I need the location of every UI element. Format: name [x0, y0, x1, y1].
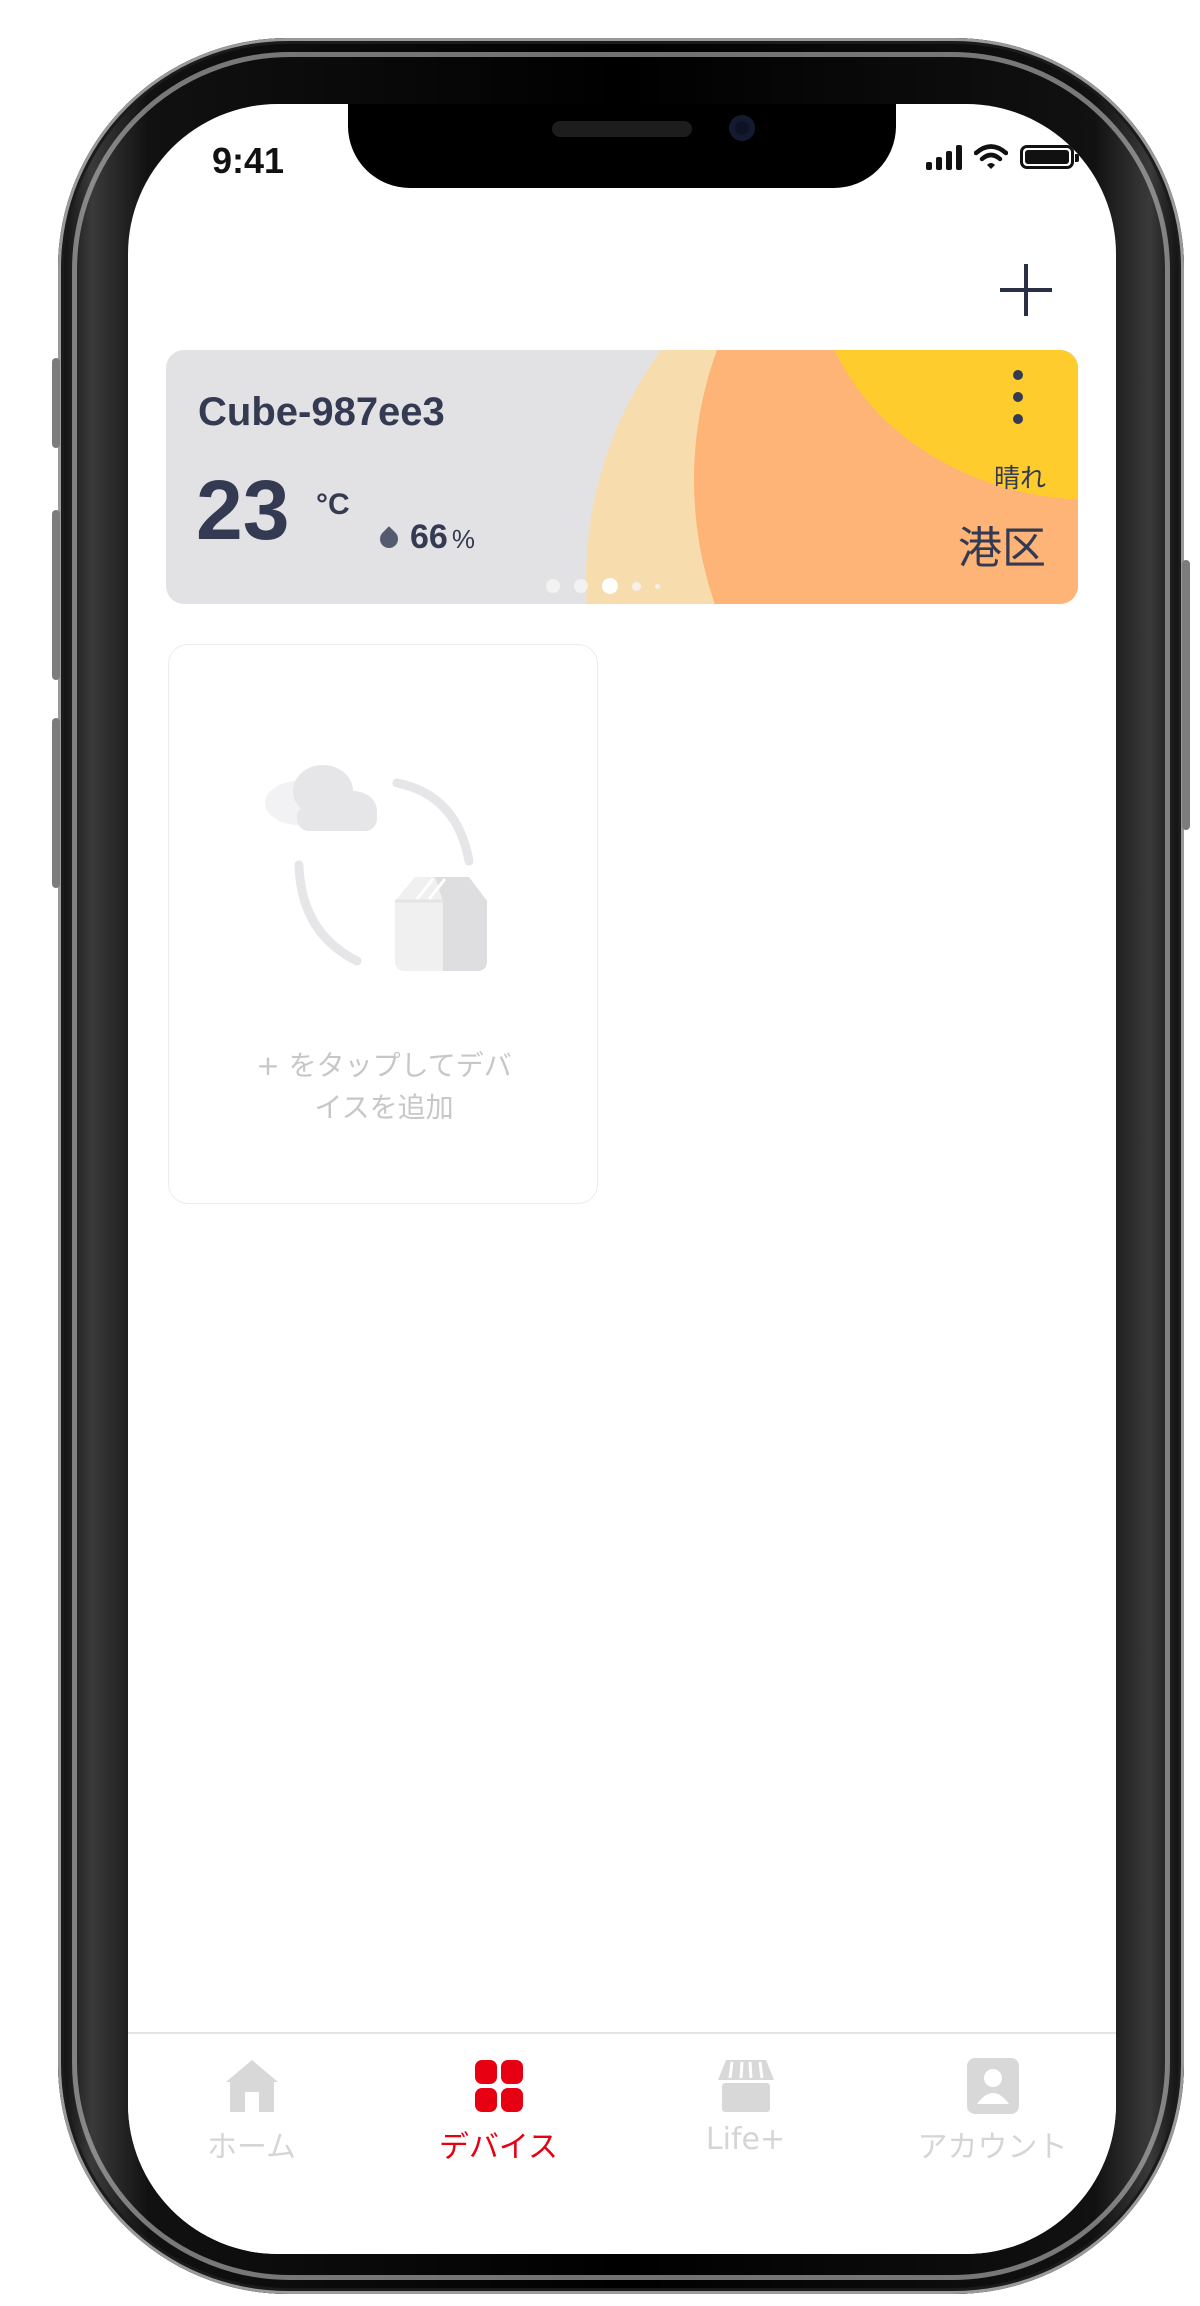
camera-icon — [729, 115, 755, 141]
volume-down-button — [52, 718, 60, 888]
tab-home[interactable]: ホーム — [128, 2034, 375, 2254]
add-device-tile[interactable]: + をタップしてデバ イスを追加 — [168, 644, 598, 1204]
tab-account[interactable]: アカウント — [869, 2034, 1116, 2254]
temperature-value: 23 — [196, 463, 290, 557]
tab-account-label: アカウント — [917, 2130, 1068, 2165]
silent-switch — [52, 358, 60, 448]
pager-dot-active[interactable] — [602, 578, 618, 594]
tab-home-label: ホーム — [206, 2130, 297, 2165]
humidity-unit: % — [451, 524, 475, 554]
tab-devices-label: デバイス — [438, 2130, 559, 2165]
pager-dot[interactable] — [655, 583, 660, 589]
home-icon — [225, 2060, 278, 2112]
signal-icon — [926, 144, 962, 170]
status-icons — [926, 144, 1079, 170]
tab-bar: ホーム デバイス Life+ アカウント — [128, 2032, 1116, 2254]
more-vertical-icon[interactable] — [1008, 370, 1028, 424]
humidity-value: 66 — [410, 518, 448, 556]
notch — [348, 104, 896, 188]
humidity-drop-icon — [376, 526, 402, 552]
pager-dot[interactable] — [574, 579, 588, 593]
location-label: 港区 — [958, 523, 1046, 574]
tab-life-plus[interactable]: Life+ — [622, 2034, 869, 2254]
app-screen: 9:41 Cube-987ee3 23 °C 66% 晴れ 港区 + をタップし… — [128, 104, 1116, 2254]
add-device-button[interactable] — [990, 256, 1060, 326]
wifi-icon — [974, 144, 1008, 169]
empty-hint: + をタップしてデバ イスを追加 — [199, 1045, 569, 1129]
battery-icon — [1020, 145, 1079, 169]
devices-grid-icon — [474, 2060, 523, 2112]
card-pager[interactable] — [546, 578, 660, 594]
weather-condition: 晴れ — [993, 464, 1046, 494]
speaker — [552, 121, 692, 137]
cloud-device-sync-icon — [265, 765, 487, 971]
store-icon — [717, 2060, 774, 2112]
volume-up-button — [52, 510, 60, 680]
empty-hint-line1: + をタップしてデバ — [256, 1049, 512, 1082]
pager-dot[interactable] — [546, 579, 560, 593]
tab-devices[interactable]: デバイス — [375, 2034, 622, 2254]
empty-hint-line2: イスを追加 — [314, 1091, 454, 1124]
pager-dot[interactable] — [632, 581, 641, 591]
account-icon — [966, 2058, 1019, 2114]
tab-life-plus-label: Life+ — [705, 2122, 786, 2157]
status-time: 9:41 — [212, 140, 285, 181]
temperature-unit: °C — [316, 488, 350, 521]
device-name: Cube-987ee3 — [198, 390, 445, 434]
weather-card[interactable]: Cube-987ee3 23 °C 66% 晴れ 港区 — [166, 350, 1078, 604]
power-button — [1182, 560, 1190, 830]
humidity: 66% — [410, 518, 475, 557]
